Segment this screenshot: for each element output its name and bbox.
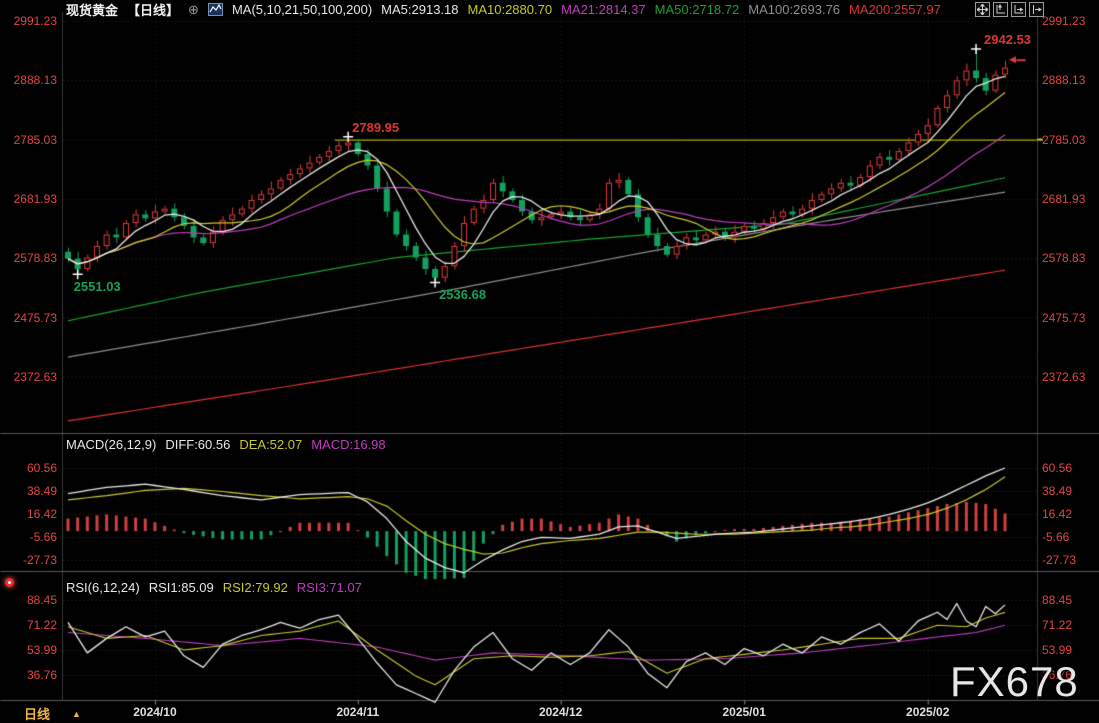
macd-axis-label-right: 16.42: [1042, 507, 1098, 521]
chart-window: 现货黄金 【日线】 ⊕ MA(5,10,21,50,100,200) MA5:2…: [0, 0, 1099, 723]
pan-right-icon[interactable]: [1029, 2, 1044, 17]
y-axis-scale-icon[interactable]: [993, 2, 1008, 17]
macd-axis-label-right: 60.56: [1042, 461, 1098, 475]
macd-axis-label-left: 38.49: [0, 484, 57, 498]
macd-axis-label-left: -5.66: [0, 530, 57, 544]
macd-dea-readout: DEA:52.07: [239, 437, 302, 452]
watermark: FX678: [950, 658, 1079, 706]
x-axis-label: 2024/11: [326, 705, 390, 719]
circle-plus-icon[interactable]: ⊕: [188, 3, 199, 16]
rsi-axis-label-left: 88.45: [0, 593, 57, 607]
dropdown-arrow-icon: ▲: [72, 709, 81, 719]
price-axis-label-left: 2888.13: [0, 73, 57, 87]
ma5-readout: MA5:2913.18: [381, 2, 458, 17]
move-tool-icon[interactable]: [975, 2, 990, 17]
x-axis-label: 2025/01: [712, 705, 776, 719]
price-axis-label-right: 2578.83: [1042, 251, 1098, 265]
instrument-title: 现货黄金: [66, 0, 118, 19]
price-axis-label-right: 2681.93: [1042, 192, 1098, 206]
ma21-readout: MA21:2814.37: [561, 2, 646, 17]
rsi-axis-label-right: 53.99: [1042, 643, 1098, 657]
x-axis-label: 2025/02: [896, 705, 960, 719]
chart-header: 现货黄金 【日线】 ⊕ MA(5,10,21,50,100,200) MA5:2…: [66, 1, 941, 18]
macd-axis-label-right: 38.49: [1042, 484, 1098, 498]
rsi1-readout: RSI1:85.09: [149, 580, 214, 595]
rsi2-readout: RSI2:79.92: [223, 580, 288, 595]
chart-toolbar: [975, 2, 1044, 17]
price-axis-label-left: 2578.83: [0, 251, 57, 265]
price-axis-label-right: 2372.63: [1042, 370, 1098, 384]
rsi-axis-label-right: 71.22: [1042, 618, 1098, 632]
macd-diff-readout: DIFF:60.56: [165, 437, 230, 452]
ma10-readout: MA10:2880.70: [468, 2, 553, 17]
rsi-axis-label-left: 53.99: [0, 643, 57, 657]
price-axis-label-right: 2785.03: [1042, 133, 1098, 147]
price-axis-label-left: 2785.03: [0, 133, 57, 147]
price-axis-label-left: 2681.93: [0, 192, 57, 206]
price-annotation: 2551.03: [74, 279, 121, 294]
ma100-readout: MA100:2693.76: [748, 2, 840, 17]
price-axis-label-left: 2991.23: [0, 14, 57, 28]
price-annotation: 2536.68: [439, 287, 486, 302]
ma50-readout: MA50:2718.72: [655, 2, 740, 17]
macd-axis-label-right: -27.73: [1042, 553, 1098, 567]
macd-header: MACD(26,12,9) DIFF:60.56 DEA:52.07 MACD:…: [66, 437, 386, 452]
alert-dot-icon[interactable]: [5, 578, 14, 587]
price-axis-label-right: 2888.13: [1042, 73, 1098, 87]
time-axis-bar: 日线 ▲ 2024/10 2024/11 2024/12 2025/01 2025/02: [0, 700, 1099, 723]
rsi-axis-label-left: 71.22: [0, 618, 57, 632]
alert-dot-core: [8, 581, 11, 584]
macd-axis-label-left: 16.42: [0, 507, 57, 521]
macd-axis-label-left: -27.73: [0, 553, 57, 567]
chart-canvas[interactable]: [0, 0, 1099, 723]
x-axis-scale-icon[interactable]: [1011, 2, 1026, 17]
period-tag: 【日线】: [127, 0, 179, 19]
chart-type-icon[interactable]: [208, 3, 223, 16]
price-axis-label-right: 2475.73: [1042, 311, 1098, 325]
price-axis-label-right: 2991.23: [1042, 14, 1098, 28]
price-axis-label-left: 2372.63: [0, 370, 57, 384]
price-annotation: 2789.95: [352, 120, 399, 135]
rsi-header: RSI(6,12,24) RSI1:85.09 RSI2:79.92 RSI3:…: [66, 580, 362, 595]
macd-axis-label-left: 60.56: [0, 461, 57, 475]
ma-settings-label: MA(5,10,21,50,100,200): [232, 2, 372, 17]
macd-axis-label-right: -5.66: [1042, 530, 1098, 544]
x-axis-label: 2024/12: [529, 705, 593, 719]
price-axis-label-left: 2475.73: [0, 311, 57, 325]
rsi-params-label: RSI(6,12,24): [66, 580, 140, 595]
rsi3-readout: RSI3:71.07: [297, 580, 362, 595]
rsi-axis-label-left: 36.76: [0, 668, 57, 682]
macd-value-readout: MACD:16.98: [311, 437, 385, 452]
price-annotation: 2942.53: [984, 32, 1031, 47]
ma200-readout: MA200:2557.97: [849, 2, 941, 17]
period-selector-label: 日线: [24, 704, 50, 723]
x-axis-label: 2024/10: [123, 705, 187, 719]
rsi-axis-label-right: 88.45: [1042, 593, 1098, 607]
macd-params-label: MACD(26,12,9): [66, 437, 156, 452]
period-selector[interactable]: 日线 ▲: [24, 704, 81, 723]
